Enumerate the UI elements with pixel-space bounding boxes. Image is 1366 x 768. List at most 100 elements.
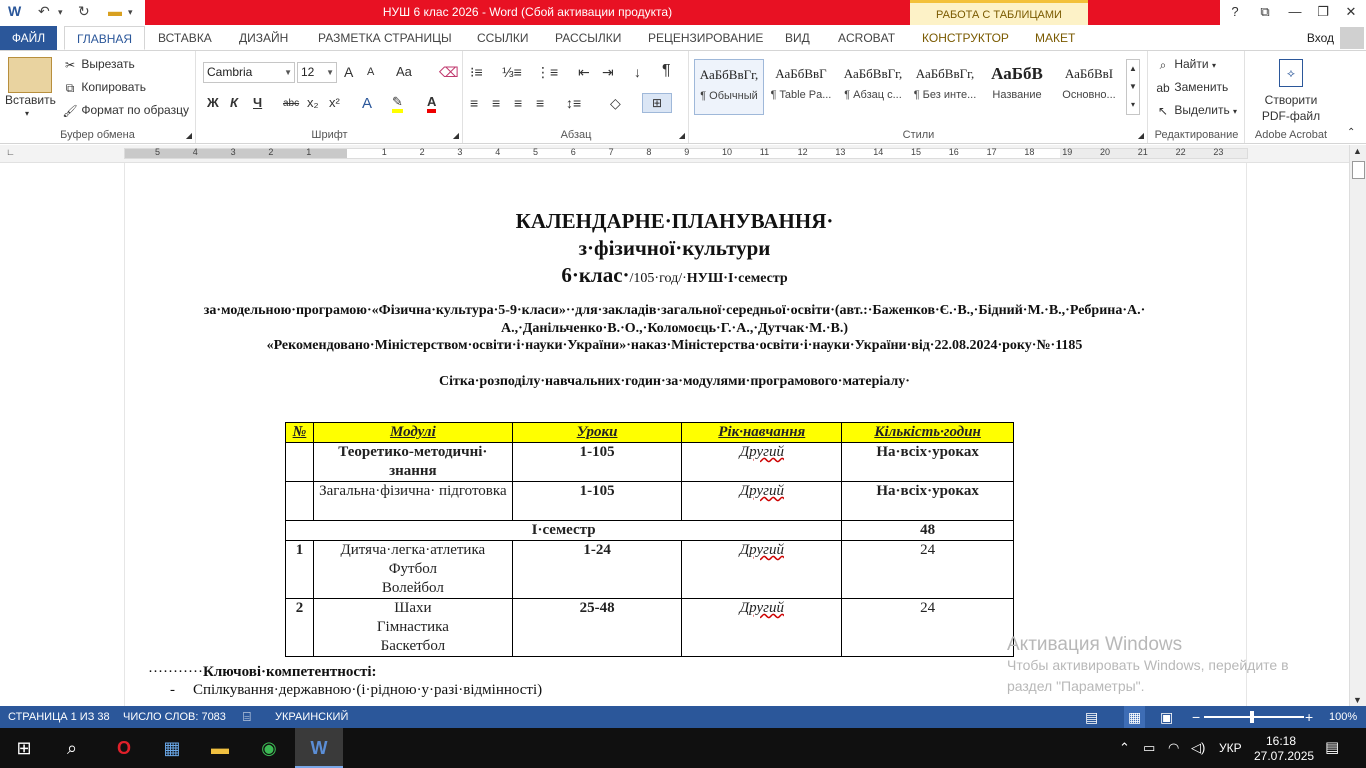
tab-references[interactable]: ССЫЛКИ bbox=[477, 26, 528, 50]
file-explorer-icon[interactable]: ▬ bbox=[196, 728, 244, 768]
search-icon[interactable]: ⌕ bbox=[48, 728, 96, 768]
scroll-up-icon[interactable]: ▲ bbox=[1353, 146, 1362, 156]
tab-review[interactable]: РЕЦЕНЗИРОВАНИЕ bbox=[648, 26, 763, 50]
modules-table[interactable]: № Модулі Уроки Рік·навчання Кількість·го… bbox=[284, 422, 1014, 657]
style-title[interactable]: АаБбВ Название bbox=[982, 59, 1052, 115]
undo-dropdown-icon[interactable]: ▾ bbox=[58, 7, 63, 18]
qat-customize-icon[interactable]: ▾ bbox=[128, 7, 133, 18]
style-table-paragraph[interactable]: АаБбВвГ ¶ Table Pa... bbox=[766, 59, 836, 115]
wifi-icon[interactable]: ◠ bbox=[1168, 728, 1179, 768]
tab-view[interactable]: ВИД bbox=[785, 26, 810, 50]
styles-launcher-icon[interactable]: ◢ bbox=[1138, 131, 1144, 140]
table-cell[interactable]: 48 bbox=[841, 520, 1014, 541]
table-cell[interactable]: 1-105 bbox=[511, 442, 683, 482]
table-cell[interactable]: Теоретико-методичні· знання bbox=[312, 442, 513, 482]
notifications-icon[interactable]: ▤ bbox=[1325, 728, 1339, 768]
word-count[interactable]: ЧИСЛО СЛОВ: 7083 bbox=[123, 706, 226, 728]
opera-icon[interactable]: O bbox=[100, 728, 148, 768]
tab-home[interactable]: ГЛАВНАЯ bbox=[64, 26, 146, 50]
cut-button[interactable]: ✂ Вырезать bbox=[62, 57, 135, 72]
word-taskbar-icon[interactable]: W bbox=[295, 728, 343, 768]
text-effects-icon[interactable]: A bbox=[362, 95, 372, 112]
table-cell[interactable]: 1-24 bbox=[511, 540, 683, 599]
shading-icon[interactable]: ◇ bbox=[610, 95, 621, 112]
font-size-combo[interactable]: 12 ▼ bbox=[297, 62, 337, 83]
proofing-icon[interactable]: ⌸ bbox=[243, 706, 251, 728]
table-cell[interactable]: Дитяча·легка·атлетика Футбол Волейбол bbox=[312, 540, 513, 599]
horizontal-ruler[interactable]: ∟ 5 4 3 2 1 1 2 3 4 5 6 7 8 9 10 11 12 13 14 15 16 17 18 19 20 21… bbox=[0, 145, 1366, 163]
tab-acrobat[interactable]: ACROBAT bbox=[838, 26, 895, 50]
select-button[interactable]: ↖ Выделить ▾ bbox=[1155, 103, 1237, 118]
create-pdf-label-1[interactable]: Створити bbox=[1246, 93, 1336, 107]
numbering-icon[interactable]: ⅓≡ bbox=[502, 64, 522, 80]
document-area[interactable]: КАЛЕНДАРНЕ·ПЛАНУВАННЯ· з·фізичної·культу… bbox=[0, 163, 1349, 706]
avatar[interactable] bbox=[1340, 27, 1364, 49]
shrink-font-button[interactable]: A bbox=[367, 66, 374, 78]
style-list-paragraph[interactable]: АаБбВвГг, ¶ Абзац с... bbox=[838, 59, 908, 115]
header-number[interactable]: № bbox=[285, 422, 314, 443]
table-cell[interactable]: І·семестр bbox=[284, 520, 843, 541]
align-center-icon[interactable]: ≡ bbox=[492, 95, 500, 111]
show-marks-icon[interactable]: ¶ bbox=[662, 62, 671, 80]
table-cell[interactable]: Шахи Гімнастика Баскетбол bbox=[312, 598, 513, 657]
zoom-slider[interactable] bbox=[1204, 716, 1304, 718]
table-cell[interactable]: 2 bbox=[285, 598, 314, 657]
restore-button[interactable]: ❐ bbox=[1308, 2, 1338, 22]
style-normal[interactable]: АаБбВвГг, ¶ Обычный bbox=[694, 59, 764, 115]
scrollbar-thumb[interactable] bbox=[1352, 161, 1365, 179]
style-no-spacing[interactable]: АаБбВвГг, ¶ Без инте... bbox=[910, 59, 980, 115]
windows-start-icon[interactable]: ⊞ bbox=[0, 728, 48, 768]
increase-indent-icon[interactable]: ⇥ bbox=[602, 64, 614, 81]
bold-button[interactable]: Ж bbox=[207, 95, 219, 110]
keyboard-language[interactable]: УКР bbox=[1219, 728, 1242, 768]
redo-icon[interactable]: ↻ bbox=[78, 3, 90, 20]
table-cell[interactable]: 1-105 bbox=[511, 481, 683, 521]
read-mode-icon[interactable]: ▤ bbox=[1085, 706, 1098, 728]
ribbon-display-options-icon[interactable]: ⧉ bbox=[1250, 2, 1280, 22]
control-panel-icon[interactable]: ▦ bbox=[148, 728, 196, 768]
table-cell[interactable]: 24 bbox=[841, 598, 1014, 657]
tray-expand-icon[interactable]: ⌃ bbox=[1119, 728, 1130, 768]
grow-font-button[interactable]: A bbox=[344, 64, 353, 80]
highlight-icon[interactable]: ✎ bbox=[392, 95, 403, 113]
styles-scroll-icon[interactable]: ▲ ▼ ▾ bbox=[1126, 59, 1140, 115]
table-cell[interactable]: Загальна·фізична· підготовка bbox=[312, 481, 513, 521]
collapse-ribbon-icon[interactable]: ⌃ bbox=[1347, 127, 1355, 138]
line-spacing-icon[interactable]: ↕≡ bbox=[566, 95, 581, 111]
tab-mailings[interactable]: РАССЫЛКИ bbox=[555, 26, 621, 50]
paste-button[interactable]: Вставить bbox=[5, 93, 56, 107]
table-cell[interactable] bbox=[285, 481, 314, 521]
decrease-indent-icon[interactable]: ⇤ bbox=[578, 64, 590, 81]
underline-button[interactable]: Ч bbox=[253, 95, 262, 110]
italic-button[interactable]: К bbox=[230, 95, 238, 110]
copy-button[interactable]: ⧉ Копировать bbox=[62, 80, 146, 95]
table-cell[interactable]: Другий bbox=[681, 481, 843, 521]
header-modules[interactable]: Модулі bbox=[312, 422, 513, 443]
zoom-out-icon[interactable]: − bbox=[1192, 706, 1200, 728]
subscript-button[interactable]: x₂ bbox=[307, 95, 319, 110]
minimize-button[interactable]: — bbox=[1280, 2, 1310, 22]
superscript-button[interactable]: x² bbox=[329, 95, 340, 110]
strikethrough-button[interactable]: abc bbox=[283, 98, 299, 109]
undo-icon[interactable]: ↶ bbox=[38, 3, 50, 20]
font-name-combo[interactable]: Cambria ▼ bbox=[203, 62, 295, 83]
document-page[interactable]: КАЛЕНДАРНЕ·ПЛАНУВАННЯ· з·фізичної·культу… bbox=[0, 163, 1349, 706]
table-cell[interactable]: Другий bbox=[681, 540, 843, 599]
paste-dropdown-icon[interactable]: ▾ bbox=[25, 109, 29, 118]
borders-icon[interactable]: ⊞ bbox=[642, 93, 672, 113]
table-cell[interactable]: На·всіх·уроках bbox=[841, 442, 1014, 482]
header-year[interactable]: Рік·навчання bbox=[681, 422, 843, 443]
header-lessons[interactable]: Уроки bbox=[511, 422, 683, 443]
tab-layout[interactable]: РАЗМЕТКА СТРАНИЦЫ bbox=[318, 26, 452, 50]
table-cell[interactable]: 25-48 bbox=[511, 598, 683, 657]
find-button[interactable]: ⌕ Найти ▾ bbox=[1155, 57, 1216, 72]
change-case-button[interactable]: Aa bbox=[396, 64, 412, 79]
font-launcher-icon[interactable]: ◢ bbox=[453, 131, 459, 140]
volume-icon[interactable]: ◁) bbox=[1191, 728, 1205, 768]
web-layout-icon[interactable]: ▣ bbox=[1160, 706, 1173, 728]
table-cell[interactable]: 24 bbox=[841, 540, 1014, 599]
table-cell[interactable]: Другий bbox=[681, 598, 843, 657]
zoom-in-icon[interactable]: + bbox=[1305, 706, 1313, 728]
open-folder-icon[interactable]: ▬ bbox=[108, 3, 122, 19]
justify-icon[interactable]: ≡ bbox=[536, 95, 544, 111]
